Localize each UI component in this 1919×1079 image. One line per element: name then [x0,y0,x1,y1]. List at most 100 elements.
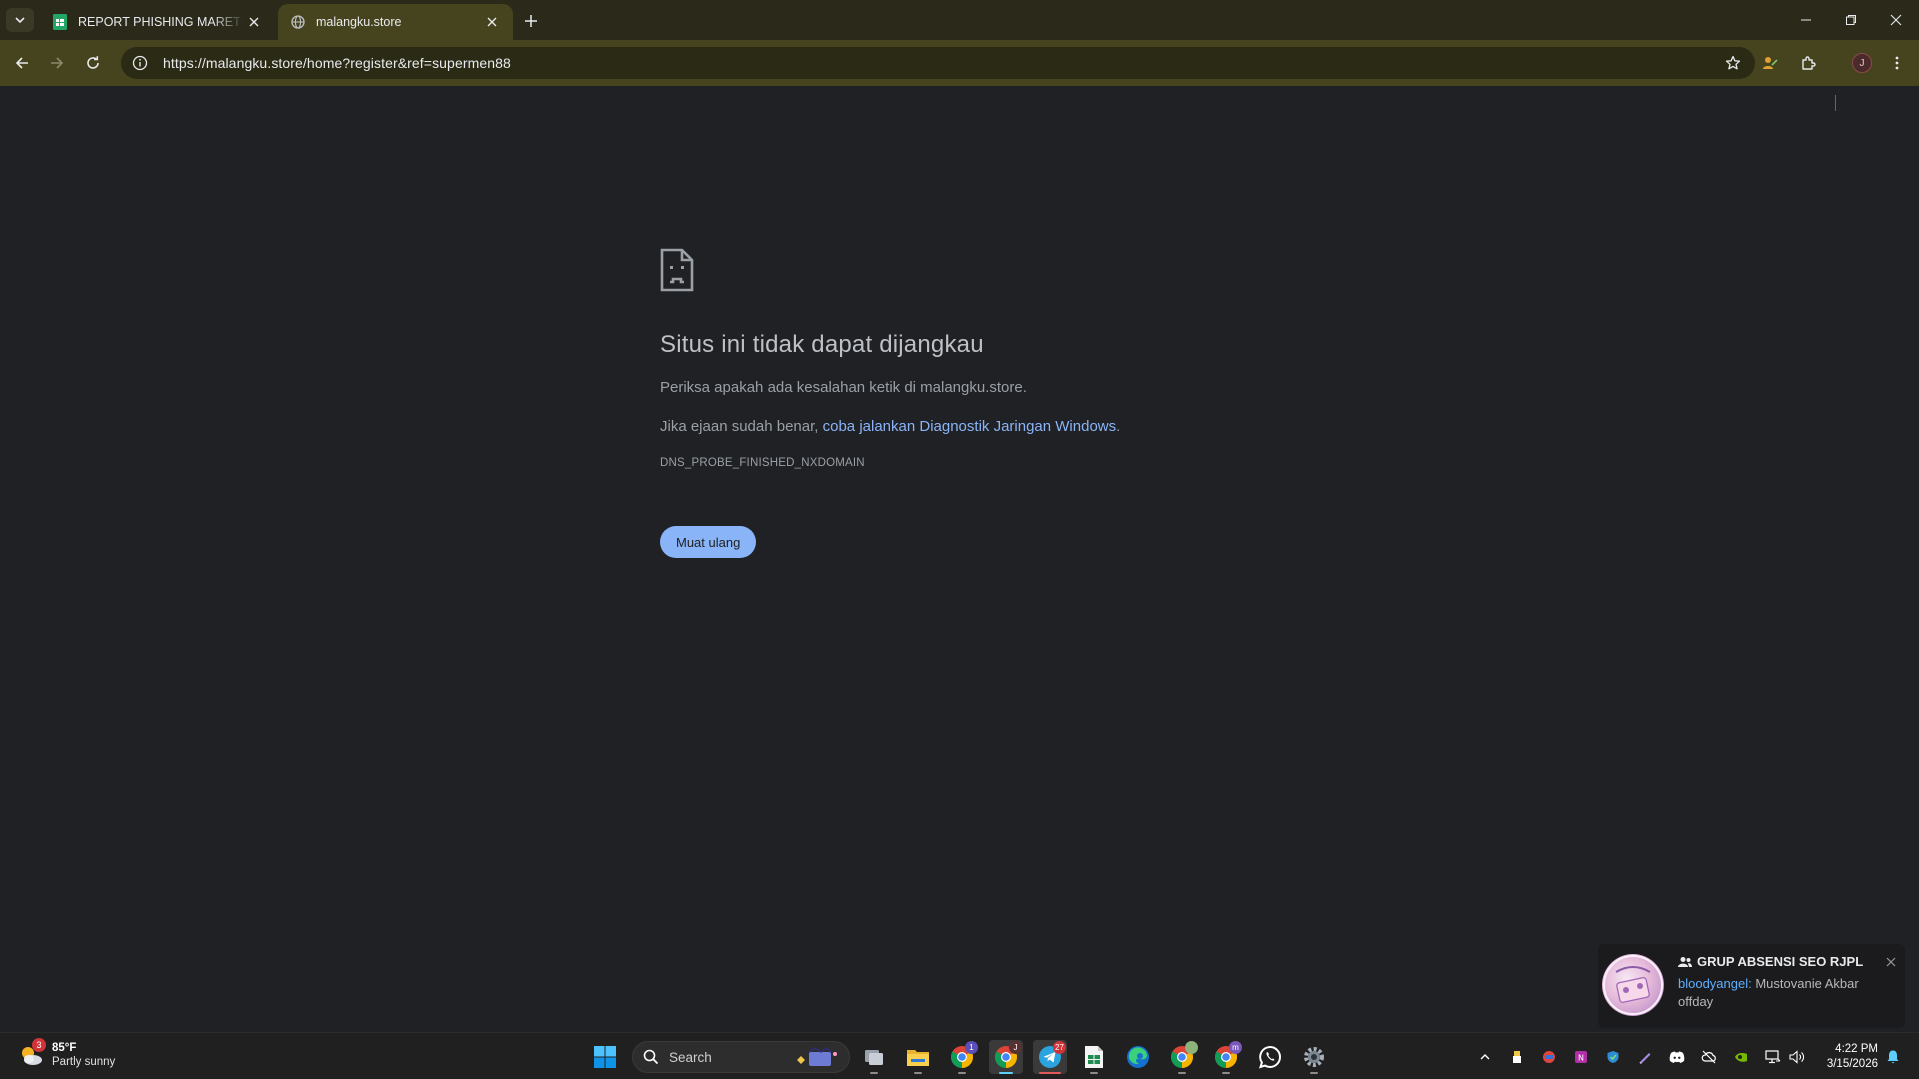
minimize-icon [1801,19,1811,21]
restore-icon [1846,15,1856,25]
tray-shield-icon[interactable] [1604,1048,1622,1066]
tray-cloud-off-icon[interactable] [1700,1048,1718,1066]
taskbar-telegram[interactable]: 27 [1033,1040,1067,1074]
close-tab-button[interactable] [483,13,501,31]
running-indicator [1310,1072,1318,1074]
back-button[interactable] [9,50,35,76]
extension-button[interactable] [1757,50,1783,76]
browser-menu-button[interactable] [1884,50,1910,76]
taskbar-chrome-1[interactable]: 1 [945,1040,979,1074]
toolbar-separator [1835,95,1836,111]
arrow-right-icon [51,57,64,69]
notification-body: bloodyangel: Mustovanie Akbar offday [1678,975,1888,1011]
browser-toolbar: https://malangku.store/home?register&ref… [0,40,1919,111]
folder-icon [907,1050,929,1066]
minimize-button[interactable] [1786,8,1826,32]
weather-alert-badge: 3 [32,1038,46,1052]
taskbar-sheets-app[interactable] [1077,1040,1111,1074]
suggestion-prefix: Jika ejaan sudah benar, [660,418,823,435]
tab-title: REPORT PHISHING MARET 2026 [78,15,245,29]
tray-discord-icon[interactable] [1668,1048,1686,1066]
tab-report-phishing[interactable]: REPORT PHISHING MARET 2026 [40,4,275,40]
tray-usb-icon[interactable] [1508,1048,1526,1066]
site-info-icon[interactable] [131,54,149,72]
reload-button[interactable] [80,50,106,76]
tray-volume-icon[interactable] [1788,1048,1806,1066]
profile-badge [1185,1041,1198,1054]
sad-document-icon [660,248,694,292]
suggestion-suffix: . [1116,418,1121,435]
bookmark-star-button[interactable] [1723,53,1743,73]
weather-condition: Partly sunny [52,1056,116,1068]
close-tab-button[interactable] [245,13,263,31]
tab-malangku[interactable]: malangku.store [278,4,513,40]
partly-sunny-icon: 3 [18,1038,46,1068]
start-button[interactable] [588,1040,622,1074]
address-bar[interactable]: https://malangku.store/home?register&ref… [121,47,1755,79]
tray-onenote-icon[interactable]: N [1572,1048,1590,1066]
refresh-icon [87,56,99,69]
taskbar-chrome-2[interactable]: J [989,1040,1023,1074]
puzzle-icon [1802,56,1816,70]
weather-widget[interactable]: 3 85°F Partly sunny [18,1038,116,1069]
search-highlight-icon [797,1047,837,1066]
taskbar-search[interactable]: Search [632,1041,850,1073]
running-indicator [1178,1072,1186,1074]
whatsapp-icon [1258,1045,1281,1069]
star-icon [1725,55,1741,70]
group-avatar [1602,954,1664,1016]
tab-strip: REPORT PHISHING MARET 2026 malangku.stor… [0,0,1919,40]
close-icon [487,17,497,27]
sheets-icon [52,14,68,30]
tray-nvidia-icon[interactable] [1732,1048,1750,1066]
close-notification-button[interactable] [1883,954,1899,970]
close-icon [1886,957,1896,967]
group-icon [1678,956,1692,967]
tray-pen-icon[interactable] [1636,1048,1654,1066]
forward-button[interactable] [44,50,70,76]
search-placeholder: Search [669,1049,712,1065]
restore-button[interactable] [1831,8,1871,32]
chevron-down-icon [15,17,25,24]
profile-avatar[interactable]: J [1852,53,1872,73]
running-indicator [1222,1072,1230,1074]
system-clock[interactable]: 4:22 PM 3/15/2026 [1814,1042,1878,1072]
running-indicator [914,1072,922,1074]
taskbar-edge[interactable] [1121,1040,1155,1074]
notification-bell-button[interactable] [1884,1048,1902,1066]
new-tab-button[interactable] [520,10,542,32]
profile-badge: m [1229,1041,1242,1054]
url-text[interactable]: https://malangku.store/home?register&ref… [163,55,511,71]
network-diagnostics-link[interactable]: coba jalankan Diagnostik Jaringan Window… [823,418,1117,435]
reload-page-button[interactable]: Muat ulang [660,526,757,558]
telegram-notification[interactable]: GRUP ABSENSI SEO RJPL bloodyangel: Musto… [1598,944,1905,1028]
error-code: DNS_PROBE_FINISHED_NXDOMAIN [660,457,865,469]
group-name: GRUP ABSENSI SEO RJPL [1697,954,1864,969]
search-icon [643,1049,659,1065]
taskbar-settings[interactable] [1297,1040,1331,1074]
taskbar-whatsapp[interactable] [1253,1040,1287,1074]
taskbar-task-view[interactable] [857,1040,891,1074]
taskbar-file-explorer[interactable] [901,1040,935,1074]
running-indicator [870,1072,878,1074]
windows-taskbar: 3 85°F Partly sunny Search 1 J 27 m N 4:… [0,1032,1919,1079]
running-indicator [1090,1072,1098,1074]
error-message: Periksa apakah ada kesalahan ketik di ma… [660,379,1027,396]
profile-badge: J [1009,1041,1022,1054]
plus-icon [525,15,537,27]
profile-badge: 1 [965,1041,978,1054]
clock-time: 4:22 PM [1835,1043,1878,1055]
show-hidden-icons-button[interactable] [1476,1048,1494,1066]
notification-sender: bloodyangel: [1678,976,1752,991]
running-indicator [958,1072,966,1074]
error-page: Situs ini tidak dapat dijangkau Periksa … [660,248,1300,558]
running-indicator [999,1072,1013,1074]
tab-search-button[interactable] [6,8,34,32]
extensions-menu-button[interactable] [1796,50,1822,76]
close-window-button[interactable] [1876,8,1916,32]
error-suggestion: Jika ejaan sudah benar, coba jalankan Di… [660,418,1300,436]
tray-app-icon-1[interactable] [1540,1048,1558,1066]
taskbar-chrome-4[interactable]: m [1209,1040,1243,1074]
taskbar-chrome-3[interactable] [1165,1040,1199,1074]
tray-network-icon[interactable] [1764,1048,1782,1066]
